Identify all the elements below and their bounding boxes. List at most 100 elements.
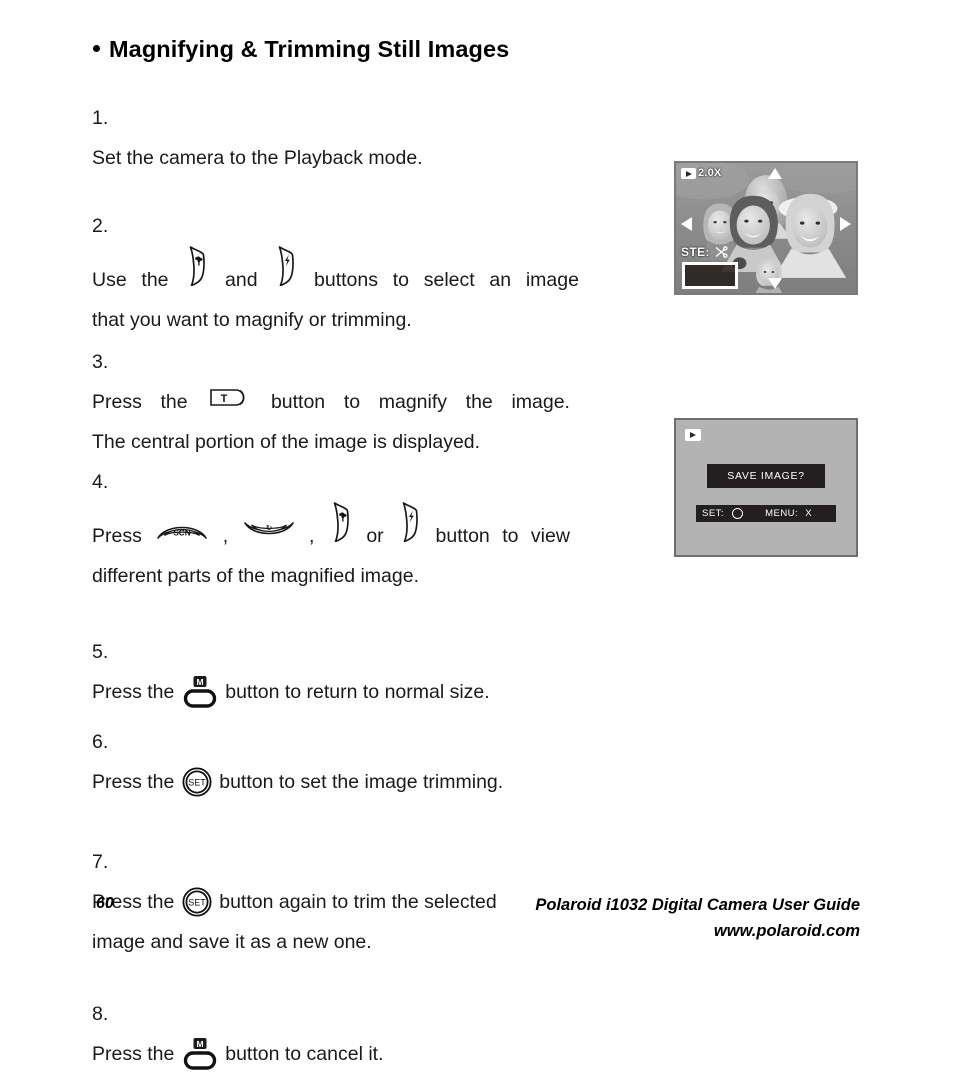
step-3-word-image: image. [511, 391, 570, 413]
circle-icon [732, 508, 744, 519]
playback-mode-icon [685, 429, 701, 441]
step-2-word-the: the [141, 269, 169, 291]
bullet-icon [93, 44, 100, 52]
svg-text:↻: ↻ [265, 524, 272, 533]
step-3: 3. Press the T button to magnify the ima… [92, 342, 652, 462]
svg-text:SET: SET [188, 897, 206, 907]
step-7-text-after: button again to trim the selected [219, 891, 497, 913]
step-3-number: 3. [92, 351, 109, 373]
step-2-line-2: that you want to magnify or trimming. [92, 309, 412, 331]
step-5-number: 5. [92, 641, 109, 663]
svg-text:M: M [196, 1039, 203, 1049]
step-5-text-after: button to return to normal size. [225, 681, 490, 703]
arrow-down-icon [768, 278, 782, 289]
step-2-word-and: and [225, 269, 258, 291]
arrow-left-icon [681, 217, 692, 231]
arrow-up-icon [768, 168, 782, 179]
self-timer-button-icon: ↻ [243, 518, 295, 542]
trim-step-indicator: STE: [681, 245, 728, 259]
step-4-word-to: to [502, 525, 519, 547]
svg-text:T: T [221, 393, 228, 405]
step-6-number: 6. [92, 731, 109, 753]
step-3-line-2: The central portion of the image is disp… [92, 431, 481, 453]
svg-text:SCN: SCN [174, 529, 191, 538]
step-8-number: 8. [92, 1003, 109, 1025]
macro-flower-button-icon [330, 502, 351, 542]
step-2-word-use: Use [92, 269, 127, 291]
macro-flower-button-icon [186, 246, 207, 286]
flash-button-icon [399, 502, 420, 542]
flash-button-icon [275, 246, 296, 286]
manual-page: Magnifying & Trimming Still Images 1. Se… [0, 0, 954, 1070]
page-title: Magnifying & Trimming Still Images [93, 36, 509, 63]
step-4-word-press: Press [92, 525, 142, 547]
menu-action-glyph: X [805, 508, 813, 519]
step-4-comma-2: , [309, 525, 315, 547]
step-2: 2. Use the and buttons to select an imag… [92, 206, 652, 340]
svg-text:M: M [196, 677, 203, 687]
menu-button-icon: M [182, 1037, 218, 1073]
set-button-icon: SET [182, 767, 212, 797]
step-5-text-before: Press the [92, 681, 175, 703]
step-3-line-1: Press the T button to magnify the image. [92, 382, 570, 422]
step-6: 6. Press the SET button to set the image… [92, 722, 652, 802]
step-5: 5. Press the M button to return to norma… [92, 632, 652, 712]
step-1-number: 1. [92, 107, 109, 129]
step-8-text-before: Press the [92, 1043, 175, 1065]
step-2-word-an: an [489, 269, 512, 291]
footer-page-number: 60 [96, 895, 114, 912]
step-4-number: 4. [92, 471, 109, 493]
step-3-word-the2: the [465, 391, 493, 413]
step-4-word-view: view [530, 525, 570, 547]
step-8-line-1: Press the M button to cancel it. [92, 1034, 652, 1074]
lcd-preview-save-dialog: SAVE IMAGE? SET: MENU: X [674, 418, 858, 557]
step-3-word-button: button [270, 391, 326, 413]
scissors-icon [713, 246, 728, 258]
page-title-text: Magnifying & Trimming Still Images [109, 36, 510, 62]
step-4-line-2: different parts of the magnified image. [92, 565, 419, 587]
zoom-level-label: 2.0X [698, 167, 722, 179]
menu-action-label: MENU: [765, 508, 799, 519]
step-2-word-buttons: buttons [314, 269, 378, 291]
set-action-label: SET: [702, 508, 725, 519]
dialog-action-bar: SET: MENU: X [696, 505, 836, 522]
step-4: 4. Press SCN , ↻ , or button to view dif… [92, 462, 652, 596]
step-7-number: 7. [92, 851, 109, 873]
step-3-word-the: the [160, 391, 188, 413]
step-8: 8. Press the M button to cancel it. [92, 994, 652, 1074]
step-2-line-1: Use the and buttons to select an image [92, 246, 579, 300]
step-2-word-to: to [392, 269, 409, 291]
step-3-word-to: to [343, 391, 361, 413]
step-1: 1. Set the camera to the Playback mode. [92, 98, 652, 178]
step-1-line-1: Set the camera to the Playback mode. [92, 147, 423, 169]
svg-text:SET: SET [188, 777, 206, 787]
step-2-number: 2. [92, 215, 109, 237]
step-2-word-image: image [525, 269, 579, 291]
telephoto-zoom-button-icon: T [209, 387, 249, 408]
ste-label: STE: [681, 245, 710, 259]
menu-action-hint: MENU: X [765, 508, 812, 519]
step-8-text-after: button to cancel it. [225, 1043, 384, 1065]
step-3-word-press: Press [92, 391, 142, 413]
step-4-comma-1: , [222, 525, 229, 547]
step-3-word-magnify: magnify [378, 391, 448, 413]
set-action-hint: SET: [702, 508, 744, 519]
step-4-line-1: Press SCN , ↻ , or button to view [92, 502, 570, 556]
menu-button-icon: M [182, 675, 218, 711]
step-4-word-button: button [435, 525, 490, 547]
step-6-line-1: Press the SET button to set the image tr… [92, 762, 652, 802]
step-4-word-or: or [366, 525, 384, 547]
footer-guide-title: Polaroid i1032 Digital Camera User Guide [535, 896, 860, 914]
crop-selection-box [682, 262, 738, 289]
arrow-right-icon [840, 217, 851, 231]
step-6-text-after: button to set the image trimming. [219, 771, 504, 793]
scene-mode-button-icon: SCN [156, 518, 208, 542]
playback-mode-icon [681, 168, 696, 179]
footer-website: www.polaroid.com [713, 922, 860, 940]
save-image-prompt: SAVE IMAGE? [707, 464, 825, 488]
set-button-icon: SET [182, 887, 212, 917]
footer-branding: Polaroid i1032 Digital Camera User Guide… [535, 892, 860, 944]
step-5-line-1: Press the M button to return to normal s… [92, 672, 652, 712]
step-6-text-before: Press the [92, 771, 175, 793]
lcd-preview-magnified-photo: 2.0X STE: [674, 161, 858, 295]
